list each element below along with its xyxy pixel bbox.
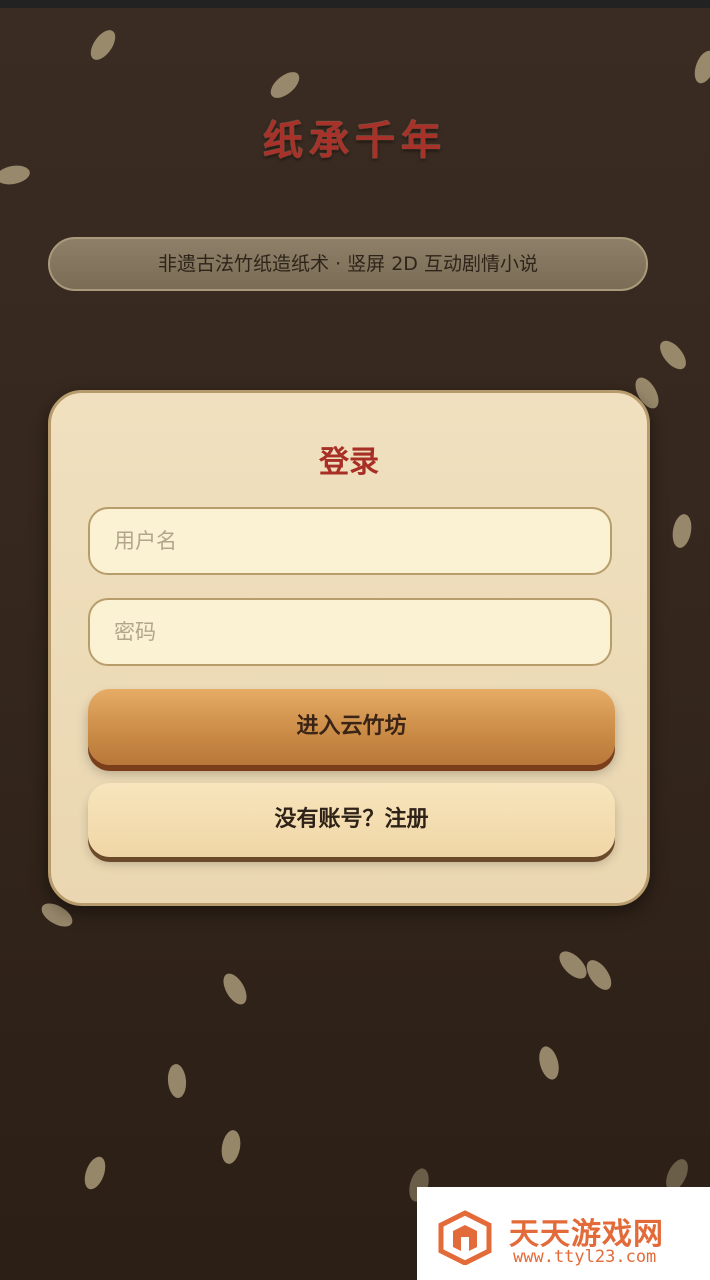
app-subtitle: 非遗古法竹纸造纸术 · 竖屏 2D 互动剧情小说 [48, 237, 648, 291]
watermark-url: www.ttyl23.com [513, 1247, 657, 1267]
watermark: 天天游戏网 www.ttyl23.com [417, 1187, 710, 1280]
password-input[interactable] [88, 598, 612, 666]
watermark-logo-icon [438, 1210, 492, 1265]
leaf-icon [266, 67, 304, 103]
register-button[interactable]: 没有账号？注册 [88, 783, 615, 857]
enter-button[interactable]: 进入云竹坊 [88, 689, 615, 765]
leaf-icon [219, 1128, 243, 1166]
leaf-icon [166, 1063, 188, 1099]
login-heading: 登录 [319, 445, 379, 480]
leaf-icon [535, 1044, 563, 1082]
leaf-icon [670, 512, 694, 550]
leaf-icon [655, 336, 691, 374]
username-input[interactable] [88, 507, 612, 575]
leaf-icon [218, 969, 252, 1009]
leaf-icon [690, 47, 710, 87]
leaf-icon [85, 25, 121, 65]
leaf-icon [581, 955, 617, 995]
leaf-icon [0, 163, 32, 187]
status-bar [0, 0, 710, 8]
leaf-icon [80, 1153, 110, 1193]
login-card: 登录 进入云竹坊 没有账号？注册 [48, 390, 650, 906]
app-title: 纸承千年 [263, 117, 447, 164]
